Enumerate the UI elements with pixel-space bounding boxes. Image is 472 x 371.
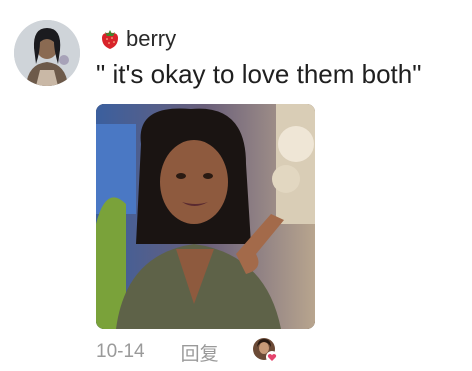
liker-avatar-with-heart-icon[interactable] — [252, 337, 278, 363]
comment-image[interactable] — [96, 104, 315, 329]
strawberry-icon — [98, 27, 122, 51]
user-avatar[interactable] — [14, 20, 80, 86]
username[interactable]: berry — [126, 26, 176, 52]
reply-button[interactable]: 回复 — [181, 339, 219, 366]
comment-date: 10-14 — [96, 341, 145, 362]
username-row[interactable]: berry — [98, 25, 176, 53]
comment-meta: 10-14 回复 — [96, 338, 219, 366]
comment-text: " it's okay to love them both" — [96, 59, 422, 89]
